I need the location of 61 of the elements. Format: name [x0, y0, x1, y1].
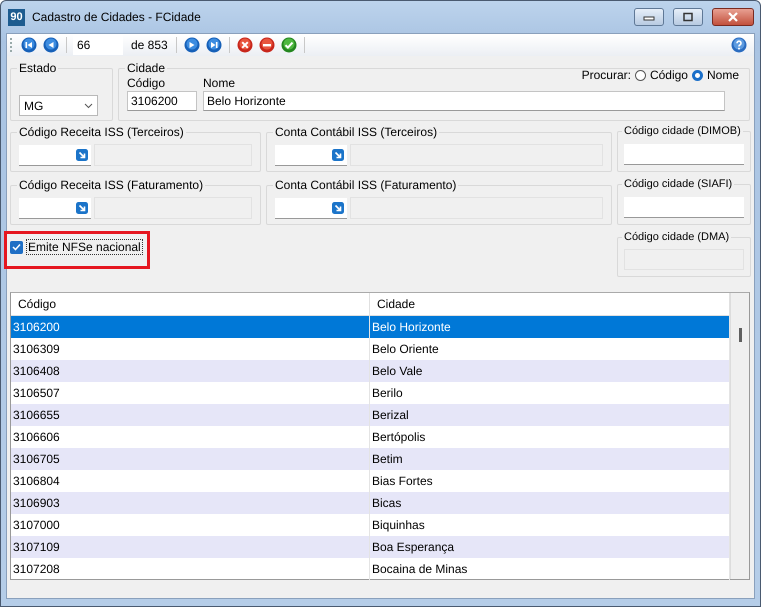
lookup-field[interactable]: [19, 144, 91, 166]
app-icon: 90: [8, 8, 25, 26]
group-label: Código Receita ISS (Faturamento): [18, 178, 204, 192]
maximize-button[interactable]: [673, 8, 703, 26]
check-icon: [12, 243, 21, 251]
group-label: Código cidade (SIAFI): [623, 178, 734, 190]
first-record-icon[interactable]: [21, 37, 37, 53]
table-row[interactable]: 3107109 Boa Esperança: [11, 536, 730, 558]
close-icon: [727, 12, 739, 22]
codigo-field[interactable]: 3106200: [127, 91, 197, 111]
group-label: Conta Contábil ISS (Terceiros): [274, 125, 438, 139]
check-icon[interactable]: [280, 37, 297, 53]
group-label: Código Receita ISS (Terceiros): [18, 125, 185, 139]
scrollbar[interactable]: [730, 293, 749, 579]
nome-field[interactable]: Belo Horizonte: [203, 91, 725, 111]
code-field[interactable]: [624, 144, 744, 164]
table-row[interactable]: 3106200 Belo Horizonte: [11, 316, 730, 338]
code-field[interactable]: [624, 196, 744, 218]
lookup-field[interactable]: [19, 198, 91, 218]
arrow-icon[interactable]: [76, 202, 88, 214]
scroll-thumb[interactable]: [738, 328, 742, 342]
arrow-icon[interactable]: [332, 202, 344, 214]
close-icon[interactable]: [236, 37, 253, 53]
table-cell: 3107109: [11, 536, 370, 558]
minimize-button[interactable]: [634, 8, 664, 26]
minus-icon[interactable]: [258, 37, 275, 53]
table-cell: 3107208: [11, 558, 370, 580]
record-field[interactable]: 66: [73, 35, 123, 55]
radio-button[interactable]: Nome: [692, 68, 739, 82]
search-label: Procurar:: [582, 68, 631, 82]
arrow-icon[interactable]: [76, 148, 88, 160]
group-label: Código cidade (DIMOB): [623, 125, 742, 137]
group-label: Código cidade (DMA): [623, 231, 730, 243]
table-row[interactable]: 3106705 Betim: [11, 448, 730, 470]
table-cell: 3106705: [11, 448, 370, 470]
close-button[interactable]: [712, 8, 754, 26]
table-row[interactable]: 3106903 Bicas: [11, 492, 730, 514]
column-header[interactable]: Código: [11, 293, 370, 315]
lookup-field[interactable]: [275, 198, 347, 218]
group-label: Estado: [18, 61, 58, 75]
estado-dropdown[interactable]: MG: [19, 95, 98, 116]
table-cell: 3106408: [11, 360, 370, 382]
arrow-icon[interactable]: [332, 148, 344, 160]
field-label: Código: [127, 75, 166, 91]
table-cell: 3106200: [11, 316, 370, 338]
last-record-icon[interactable]: [206, 37, 222, 53]
table-cell: 3106655: [11, 404, 370, 426]
group-label: Conta Contábil ISS (Faturamento): [274, 178, 458, 192]
field-label: Nome: [203, 75, 236, 91]
maximize-icon: [682, 12, 694, 22]
record-total: de 853: [131, 38, 168, 52]
lookup-field[interactable]: [275, 144, 347, 166]
group-label: Cidade: [126, 61, 166, 75]
table-row[interactable]: 3106655 Berizal: [11, 404, 730, 426]
table-cell: 3106903: [11, 492, 370, 514]
window-title: Cadastro de Cidades - FCidade: [32, 10, 202, 24]
previous-record-icon[interactable]: [43, 37, 59, 53]
help-icon[interactable]: [731, 37, 747, 53]
radio-button[interactable]: Código: [634, 68, 688, 82]
next-record-icon[interactable]: [184, 37, 200, 53]
table-row[interactable]: 3106408 Belo Vale: [11, 360, 730, 382]
